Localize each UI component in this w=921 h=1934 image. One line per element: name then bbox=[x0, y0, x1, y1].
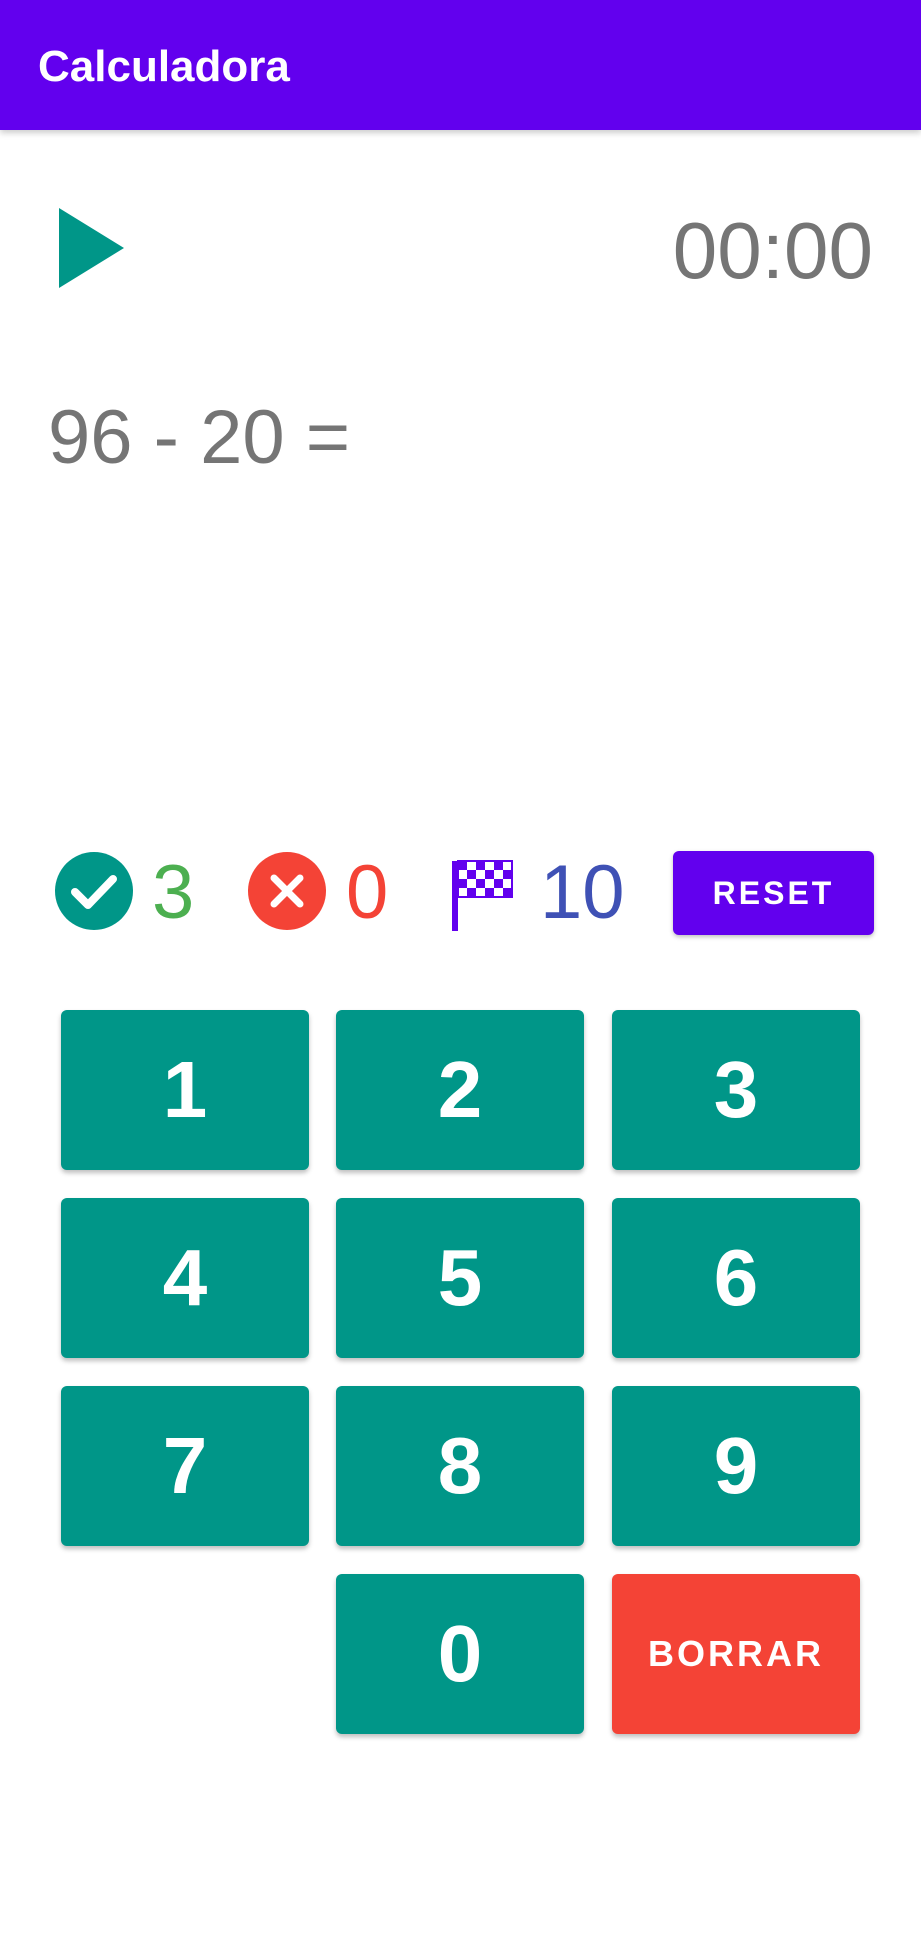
goal-count: 10 bbox=[540, 850, 625, 935]
key-8[interactable]: 8 bbox=[336, 1386, 584, 1546]
erase-button[interactable]: BORRAR bbox=[612, 1574, 860, 1734]
app-title: Calculadora bbox=[38, 42, 290, 91]
wrong-count: 0 bbox=[346, 850, 389, 935]
key-6[interactable]: 6 bbox=[612, 1198, 860, 1358]
play-icon bbox=[59, 208, 124, 288]
close-circle-icon bbox=[247, 851, 327, 931]
math-expression: 96 - 20 = bbox=[48, 395, 351, 480]
app-bar: Calculadora bbox=[0, 0, 921, 130]
key-0[interactable]: 0 bbox=[336, 1574, 584, 1734]
key-3[interactable]: 3 bbox=[612, 1010, 860, 1170]
correct-count: 3 bbox=[152, 850, 195, 935]
timer-display: 00:00 bbox=[672, 206, 873, 295]
check-circle-icon bbox=[54, 851, 134, 931]
key-7[interactable]: 7 bbox=[61, 1386, 309, 1546]
key-4[interactable]: 4 bbox=[61, 1198, 309, 1358]
key-9[interactable]: 9 bbox=[612, 1386, 860, 1546]
play-button[interactable] bbox=[52, 200, 132, 296]
checkered-flag-icon bbox=[450, 851, 516, 931]
key-5[interactable]: 5 bbox=[336, 1198, 584, 1358]
key-1[interactable]: 1 bbox=[61, 1010, 309, 1170]
calculator-screen: Calculadora 00:00 96 - 20 = 3 0 10 RESET… bbox=[0, 0, 921, 1934]
key-2[interactable]: 2 bbox=[336, 1010, 584, 1170]
reset-button[interactable]: RESET bbox=[673, 851, 874, 935]
